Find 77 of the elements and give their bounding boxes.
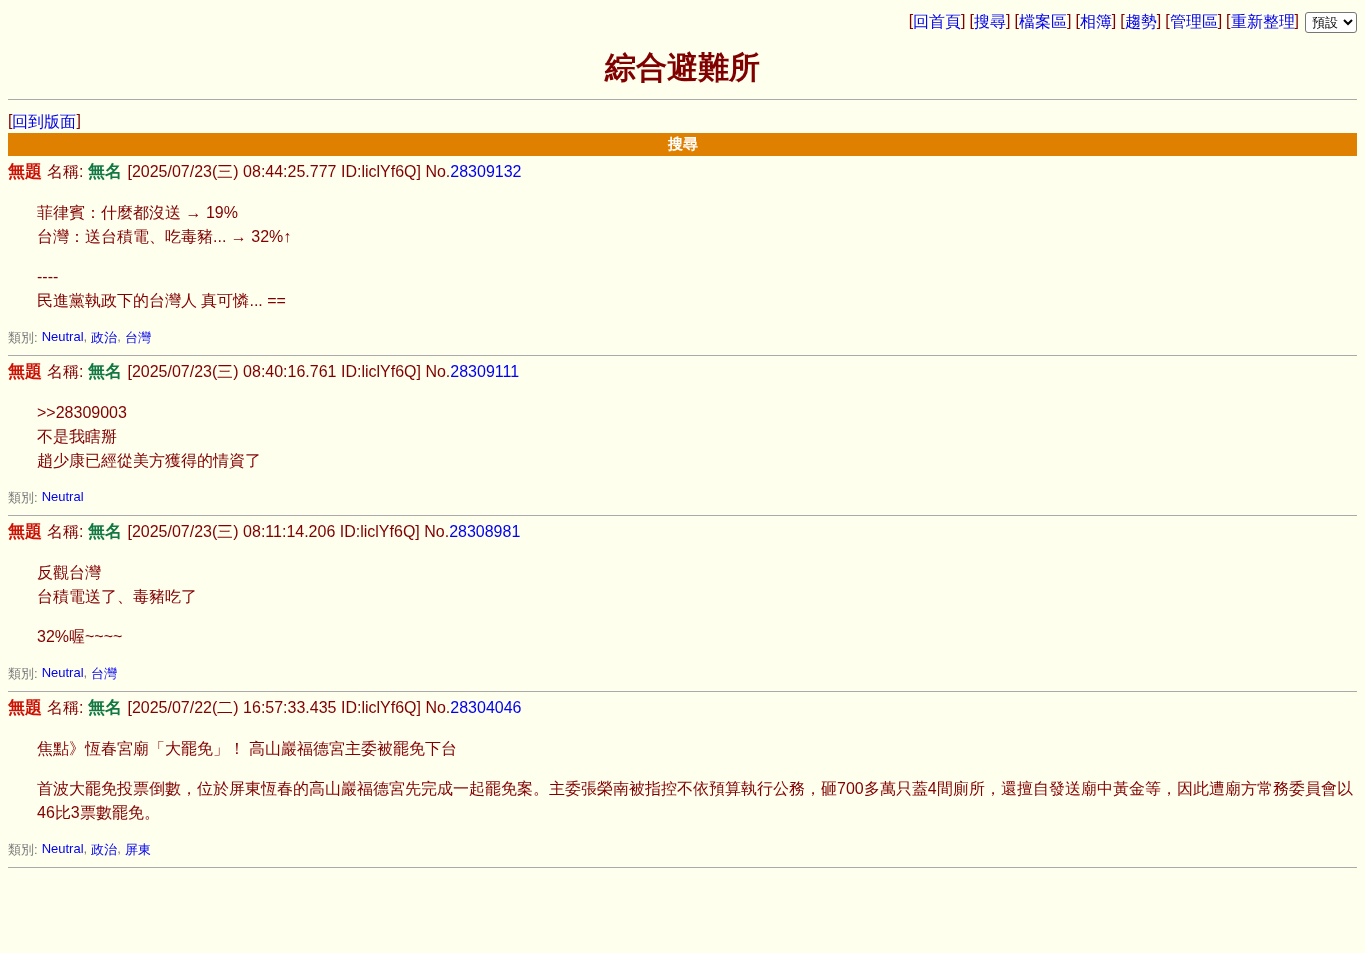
bracket: ] [1111, 12, 1117, 31]
post-text: >>28309003 [37, 403, 128, 423]
category-tag[interactable]: 政治 [91, 841, 118, 859]
post-text: 民進黨執政下的台灣人 真可憐... == [37, 291, 287, 311]
post-meta: [2025/07/23(三) 08:11:14.206 ID:liclYf6Q] No. [127, 522, 450, 542]
name-label: 名稱: [47, 698, 84, 718]
separator: , [83, 665, 88, 682]
nav-link[interactable]: 相簿 [1079, 12, 1112, 33]
nav-link[interactable]: 回首頁 [913, 12, 962, 33]
post-text: 首波大罷免投票倒數，位於屏東恆春的高山巖福德宮先完成一起罷免案。主委張榮南被指控不依預算執行公務，砸700多萬只蓋4間廁所，還擅自發送廟中黃金等，因此遭廟方常務委員會以46比3票數罷免。 [37, 779, 1354, 823]
category-label: 類別: [8, 841, 38, 859]
bracket: [ [8, 112, 13, 131]
post-text: 趙少康已經從美方獲得的情資了 [37, 451, 262, 471]
poster-name: 無名 [88, 521, 123, 543]
post-number-link[interactable]: 28308981 [449, 523, 521, 541]
separator: , [117, 329, 121, 346]
bracket: [ [1075, 12, 1080, 31]
post-text: ---- [37, 267, 60, 287]
bracket: ] [1294, 12, 1299, 31]
post-text: 台積電送了、毒豬吃了 [37, 587, 198, 607]
bracket: ] [76, 112, 81, 131]
category-tag[interactable]: Neutral [41, 489, 84, 507]
category-label: 類別: [8, 329, 38, 347]
bracket: [ [969, 12, 974, 29]
nav-link[interactable]: 重新整理 [1230, 12, 1295, 33]
nav-link[interactable]: 檔案區 [1018, 12, 1067, 33]
post-number-link[interactable]: 28304046 [450, 699, 522, 717]
category-tag[interactable]: 屏東 [124, 841, 151, 859]
back-link[interactable]: 回到版面 [12, 112, 77, 133]
category-label: 類別: [8, 665, 38, 683]
category-tag[interactable]: Neutral [41, 665, 84, 683]
post-subject: 無題 [8, 521, 42, 543]
category-tag[interactable]: Neutral [41, 329, 84, 347]
poster-name: 無名 [88, 161, 123, 183]
poster-name: 無名 [88, 697, 123, 719]
post-meta: [2025/07/23(三) 08:44:25.777 ID:liclYf6Q] No. [127, 162, 451, 182]
category-tag[interactable]: 台灣 [91, 665, 118, 683]
separator: , [83, 841, 88, 858]
nav-link[interactable]: 搜尋 [974, 12, 1006, 33]
name-label: 名稱: [47, 522, 84, 542]
name-label: 名稱: [47, 162, 84, 182]
bracket: [ [1014, 12, 1019, 31]
category-label: 類別: [8, 489, 38, 507]
name-label: 名稱: [47, 362, 84, 382]
bracket: ] [1156, 12, 1162, 29]
section-bar: 搜尋 [8, 133, 1357, 156]
separator: , [117, 841, 121, 858]
post-text: 焦點》恆春宮廟「大罷免」！ 高山巖福德宮主委被罷免下台 [37, 739, 459, 759]
post-subject: 無題 [8, 697, 42, 719]
poster-name: 無名 [88, 361, 123, 383]
bracket: [ [908, 12, 914, 31]
bracket: [ [1120, 12, 1125, 29]
post-meta: [2025/07/22(二) 16:57:33.435 ID:liclYf6Q] No. [127, 698, 451, 718]
separator: , [83, 329, 88, 346]
bracket: [ [1226, 12, 1231, 31]
post-number-link[interactable]: 28309111 [450, 363, 520, 381]
board-title: 綜合避難所 [603, 49, 761, 87]
category-tag[interactable]: 台灣 [124, 329, 151, 347]
style-select[interactable]: 預設 [1305, 12, 1357, 33]
bracket: ] [961, 12, 966, 29]
post-subject: 無題 [8, 161, 42, 183]
category-tag[interactable]: 政治 [91, 329, 118, 347]
bracket: [ [1165, 12, 1170, 31]
post-text: 菲律賓：什麼都沒送 → 19% [37, 203, 239, 223]
bracket: ] [1066, 12, 1072, 31]
nav-link[interactable]: 趨勢 [1124, 12, 1157, 33]
nav-link[interactable]: 管理區 [1169, 12, 1218, 33]
bracket: ] [1217, 12, 1223, 31]
post-meta: [2025/07/23(三) 08:40:16.761 ID:liclYf6Q] No. [127, 362, 451, 382]
category-tag[interactable]: Neutral [41, 841, 84, 859]
post-text: 反觀台灣 [37, 563, 102, 583]
post-text: 台灣：送台積電、吃毒豬... → 32%↑ [37, 227, 293, 247]
bracket: ] [1006, 12, 1011, 31]
post-text: 不是我瞎掰 [37, 427, 118, 447]
post-text: 32%喔~~~~ [37, 627, 124, 647]
post-subject: 無題 [8, 361, 42, 383]
post-number-link[interactable]: 28309132 [450, 163, 522, 181]
